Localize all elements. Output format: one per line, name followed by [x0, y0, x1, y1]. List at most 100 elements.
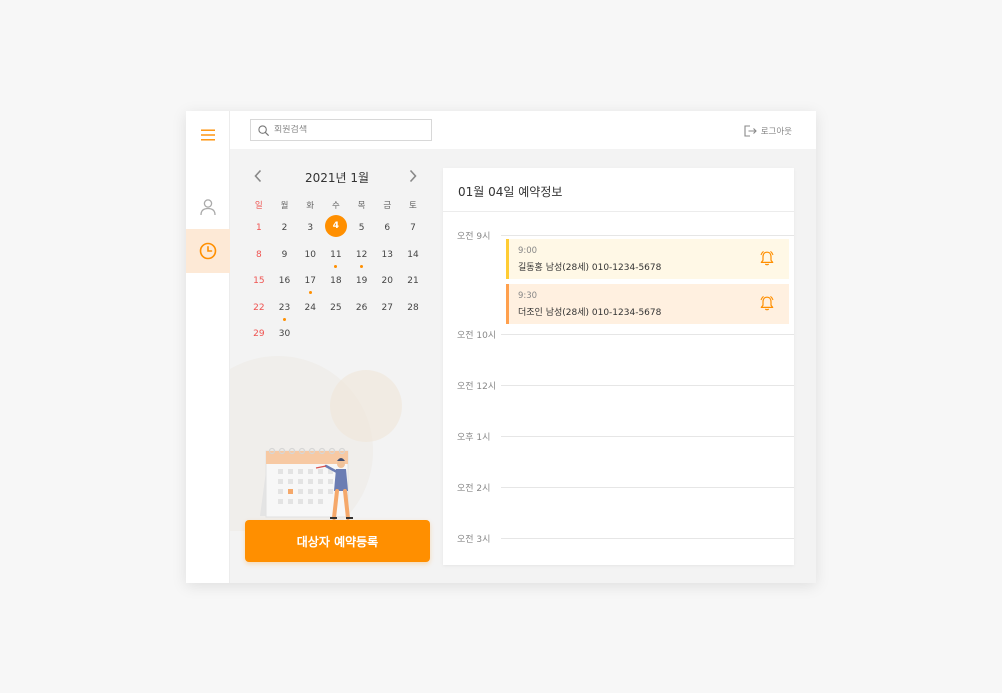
calendar-day[interactable]: 4 — [323, 215, 349, 242]
calendar-day-number: 19 — [355, 276, 368, 286]
calendar-day[interactable]: 5 — [349, 215, 375, 242]
calendar-empty-cell — [323, 321, 349, 348]
logout-icon — [744, 124, 757, 137]
calendar-week: 8 9 10 11 12 13 14 — [246, 242, 428, 269]
calendar-day-number: 29 — [253, 329, 265, 339]
calendar-day-number: 7 — [410, 223, 416, 233]
calendar-weekday: 금 — [383, 201, 392, 211]
calendar-day[interactable]: 23 — [272, 295, 298, 322]
calendar-day[interactable]: 8 — [246, 242, 272, 269]
top-bar: 로그아웃 — [230, 111, 816, 149]
calendar-day[interactable]: 16 — [272, 268, 298, 295]
calendar-day-number: 30 — [278, 329, 291, 339]
calendar-day[interactable]: 26 — [349, 295, 375, 322]
chevron-right-icon[interactable] — [408, 169, 418, 183]
calendar-header: 2021년 1월 — [246, 165, 428, 189]
calendar-day-number: 1 — [255, 223, 262, 233]
calendar-day-number: 28 — [407, 302, 419, 313]
calendar-weekday: 월 — [280, 201, 289, 211]
calendar-day[interactable]: 27 — [374, 295, 400, 322]
calendar-day-number: 26 — [355, 302, 368, 313]
clock-icon — [199, 242, 217, 260]
appointment-info: 길동홍 남성(28세) 010-1234-5678 — [518, 263, 662, 273]
calendar-day-number: 18 — [330, 276, 342, 286]
calendar-week: 15 16 17 18 19 20 21 — [246, 268, 428, 295]
calendar-day-number: 4 — [324, 215, 347, 237]
calendar-day-number: 3 — [307, 223, 314, 233]
calendar-day[interactable]: 22 — [246, 295, 272, 322]
logout-button[interactable]: 로그아웃 — [744, 123, 792, 138]
time-slot-label: 오후 1시 — [457, 433, 491, 443]
calendar: 2021년 1월 일월화수목금토 1 2 3 4 5 6 7 8 9 10 11 12 13 14 15 16… — [246, 165, 428, 348]
calendar-day[interactable]: 17 — [297, 268, 323, 295]
time-slot-label: 오전 3시 — [457, 535, 491, 545]
time-slot-label: 오전 9시 — [457, 232, 491, 242]
nav-members-button[interactable] — [186, 185, 230, 229]
calendar-day[interactable]: 28 — [400, 295, 426, 322]
calendar-empty-cell — [349, 321, 375, 348]
calendar-day[interactable]: 11 — [323, 242, 349, 269]
calendar-day[interactable]: 6 — [374, 215, 400, 242]
calendar-day[interactable]: 3 — [297, 215, 323, 242]
reservation-panel-title: 01월 04일 예약정보 — [458, 185, 563, 199]
calendar-weekday: 토 — [409, 201, 417, 211]
calendar-day[interactable]: 13 — [374, 242, 400, 269]
calendar-day-number: 5 — [358, 223, 365, 233]
bell-icon[interactable] — [759, 295, 775, 312]
bell-icon[interactable] — [759, 250, 775, 267]
search-input[interactable] — [274, 125, 419, 135]
calendar-day[interactable]: 7 — [400, 215, 426, 242]
calendar-day[interactable]: 29 — [246, 321, 272, 348]
calendar-empty-cell — [400, 321, 426, 348]
calendar-empty-cell — [297, 321, 323, 348]
calendar-day[interactable]: 18 — [323, 268, 349, 295]
appointment-time: 9:30 — [518, 291, 538, 301]
menu-button[interactable] — [186, 115, 230, 155]
appointment-card[interactable]: 9:00 길동홍 남성(28세) 010-1234-5678 — [506, 239, 789, 279]
search-box — [250, 119, 432, 141]
appointment-card[interactable]: 9:30 더조인 남성(28세) 010-1234-5678 — [506, 284, 789, 324]
calendar-day[interactable]: 24 — [297, 295, 323, 322]
time-slot-line — [501, 487, 794, 488]
reservation-panel: 01월 04일 예약정보 오전 9시 오전 10시 오전 12시 오후 1시 오… — [443, 168, 794, 565]
side-nav — [186, 111, 230, 583]
calendar-day[interactable]: 20 — [374, 268, 400, 295]
calendar-week: 29 30 — [246, 321, 428, 348]
calendar-day[interactable]: 21 — [400, 268, 426, 295]
user-icon — [200, 199, 216, 216]
calendar-day[interactable]: 14 — [400, 242, 426, 269]
appointment-time: 9:00 — [518, 246, 538, 256]
nav-reservations-button[interactable] — [186, 229, 230, 273]
calendar-day[interactable]: 12 — [349, 242, 375, 269]
calendar-day[interactable]: 9 — [272, 242, 298, 269]
calendar-day[interactable]: 30 — [272, 321, 298, 348]
time-slot-label: 오전 12시 — [457, 382, 497, 392]
calendar-day[interactable]: 19 — [349, 268, 375, 295]
calendar-day[interactable]: 10 — [297, 242, 323, 269]
calendar-weekday: 화 — [306, 201, 315, 211]
calendar-weekday: 목 — [357, 201, 366, 211]
register-reservation-button[interactable]: 대상자 예약등록 — [245, 520, 430, 562]
calendar-day[interactable]: 15 — [246, 268, 272, 295]
calendar-day-number: 22 — [253, 302, 265, 313]
calendar-empty-cell — [374, 321, 400, 348]
calendar-weekday: 수 — [331, 201, 340, 211]
calendar-day-number: 25 — [330, 302, 342, 313]
search-icon[interactable] — [258, 124, 269, 136]
time-slot-label: 오전 10시 — [457, 331, 497, 341]
time-slot-line — [501, 436, 794, 437]
calendar-day-number: 21 — [407, 276, 419, 286]
calendar-grid: 1 2 3 4 5 6 7 8 9 10 11 12 13 14 15 16 17 18 19 20 21 22 23 24 2… — [246, 215, 428, 348]
calendar-day-number: 16 — [278, 276, 291, 286]
calendar-weekdays: 일월화수목금토 — [246, 199, 428, 211]
calendar-day-number: 10 — [304, 249, 316, 260]
logout-label: 로그아웃 — [760, 126, 792, 137]
calendar-day-number: 2 — [281, 223, 288, 233]
calendar-week: 1 2 34 5 6 7 — [246, 215, 428, 242]
calendar-day[interactable]: 25 — [323, 295, 349, 322]
calendar-day-number: 20 — [381, 276, 393, 286]
app-window: 로그아웃 2021년 1월 일월화수목금토 123456789101112131… — [186, 111, 816, 583]
calendar-day[interactable]: 2 — [272, 215, 298, 242]
calendar-day[interactable]: 1 — [246, 215, 272, 242]
panel-divider — [443, 211, 794, 212]
